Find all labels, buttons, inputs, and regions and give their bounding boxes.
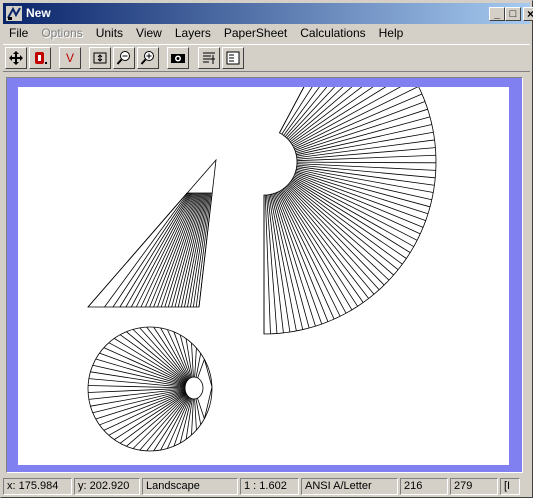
status-width: 216 [400,478,448,495]
toolbar: V [3,44,530,72]
fit-tool-button[interactable] [89,47,111,69]
zoom-out-icon [116,51,130,65]
menu-help[interactable]: Help [373,24,411,42]
fan-development-shape [263,87,437,335]
drawing-area-frame [6,77,523,473]
status-height: 279 [450,478,498,495]
menu-view[interactable]: View [130,24,169,42]
menu-file[interactable]: File [3,24,35,42]
menu-papersheet[interactable]: PaperSheet [218,24,294,42]
align-tool-button[interactable] [198,47,220,69]
app-icon [6,6,22,21]
text-icon [226,51,240,65]
menu-units[interactable]: Units [90,24,130,42]
menu-calculations[interactable]: Calculations [294,24,372,42]
v-icon: V [65,51,74,65]
stop-icon [35,52,47,64]
drawing-canvas[interactable] [18,87,509,465]
minimize-icon: _ [493,8,501,20]
v-tool-button[interactable]: V [59,47,81,69]
move-icon [9,51,23,65]
close-icon: × [526,7,533,21]
maximize-icon: □ [509,8,517,20]
teardrop-development-shape [87,326,213,452]
cone-development-shape [87,158,217,308]
zoom-out-tool-button[interactable] [113,47,135,69]
menu-bar: File Options Units View Layers PaperShee… [3,24,530,42]
menu-layers[interactable]: Layers [169,24,218,42]
zoom-in-icon [140,51,154,65]
menu-options[interactable]: Options [35,24,89,42]
camera-icon [171,54,185,63]
text-tool-button[interactable] [222,47,244,69]
zoom-in-tool-button[interactable] [137,47,159,69]
paper-sheet[interactable] [18,87,509,465]
align-icon [203,52,215,64]
status-x-coordinate: x: 175.984 [3,478,72,495]
window-title: New [26,6,51,20]
status-extra: [I [500,478,520,495]
app-window: New _ □ × File Options Units View Layers… [0,0,533,498]
status-paper-size: ANSI A/Letter [301,478,398,495]
close-button[interactable]: × [523,7,533,21]
stop-tool-button[interactable] [29,47,51,69]
maximize-button[interactable]: □ [505,7,521,21]
camera-tool-button[interactable] [167,47,189,69]
minimize-button[interactable]: _ [489,7,505,21]
status-scale: 1 : 1.602 [240,478,299,495]
title-bar[interactable]: New _ □ × [3,3,533,24]
status-y-coordinate: y: 202.920 [74,478,140,495]
status-orientation: Landscape [142,478,238,495]
fit-icon [93,52,107,64]
move-tool-button[interactable] [5,47,27,69]
status-bar: x: 175.984 y: 202.920 Landscape 1 : 1.60… [3,478,532,497]
